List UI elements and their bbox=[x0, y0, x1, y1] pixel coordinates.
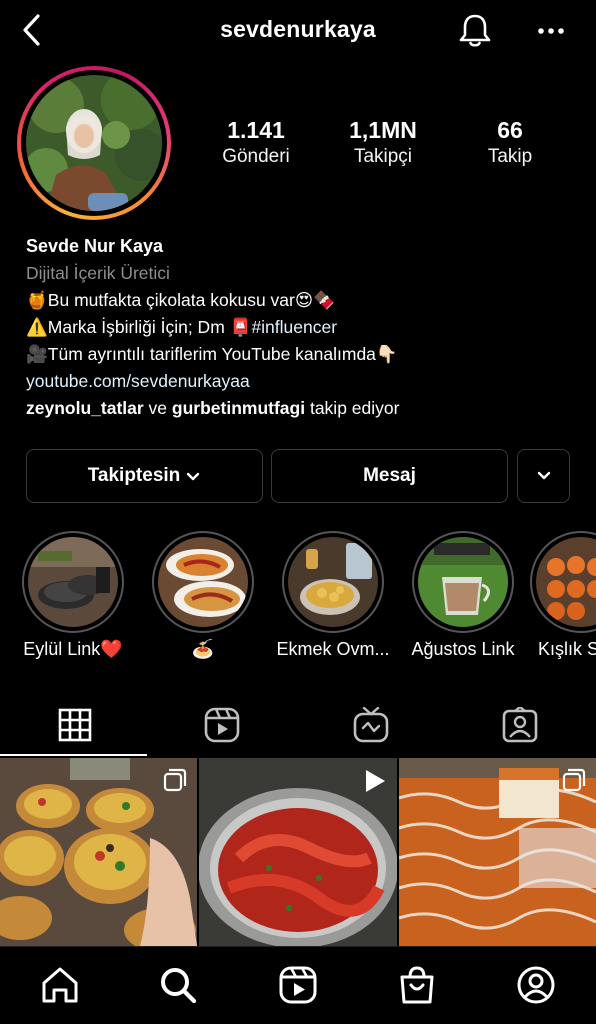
post-thumbnail[interactable] bbox=[199, 758, 397, 946]
highlight-cover-preserves bbox=[536, 537, 596, 627]
bio-line-1: 🍯Bu mutfakta çikolata kokusu var😍🍫 bbox=[26, 290, 335, 310]
reels-icon[interactable] bbox=[278, 965, 318, 1005]
warning-icon: ⚠️ bbox=[26, 317, 48, 337]
highlight-cover-bread bbox=[288, 537, 378, 627]
followed-by[interactable]: zeynolu_tatlar ve gurbetinmutfagi takip … bbox=[26, 395, 586, 422]
honey-icon: 🍯 bbox=[26, 290, 48, 310]
highlight-label: Kışlık S bbox=[538, 639, 596, 659]
highlight-label: Eylül Link❤️ bbox=[23, 639, 123, 659]
followed-by-user-1[interactable]: zeynolu_tatlar bbox=[26, 398, 144, 418]
heart-eyes-chocolate-icon: 😍🍫 bbox=[294, 290, 335, 310]
top-bar: sevdenurkaya bbox=[0, 0, 596, 62]
posts-grid bbox=[0, 758, 596, 946]
search-icon[interactable] bbox=[158, 965, 198, 1005]
posts-label: Gönderi bbox=[222, 146, 290, 167]
posts-count[interactable]: 1.141 Gönderi bbox=[201, 116, 311, 170]
tab-posts-grid[interactable] bbox=[0, 694, 149, 756]
followed-by-user-2[interactable]: gurbetinmutfagi bbox=[172, 398, 305, 418]
bio-line-2: ⚠️Marka İşbirliği İçin; Dm 📮#influencer bbox=[26, 317, 338, 337]
tab-reels[interactable] bbox=[147, 694, 296, 756]
more-options-icon[interactable] bbox=[536, 18, 566, 44]
active-tab-indicator bbox=[0, 754, 147, 756]
highlight-label: Ağustos Link bbox=[411, 639, 515, 659]
posts-number: 1.141 bbox=[227, 117, 285, 143]
chevron-down-icon bbox=[187, 472, 200, 481]
bottom-navigation bbox=[0, 946, 596, 1024]
suggested-accounts-button[interactable] bbox=[517, 449, 570, 503]
bio-website-link[interactable]: youtube.com/sevdenurkayaa bbox=[26, 368, 586, 395]
highlight-cover-cookware bbox=[28, 537, 118, 627]
highlight-item[interactable]: Ekmek Ovm... bbox=[268, 531, 398, 660]
highlight-item[interactable]: Eylül Link❤️ bbox=[8, 531, 138, 660]
message-button-label: Mesaj bbox=[363, 465, 416, 486]
following-button[interactable]: Takiptesin bbox=[26, 449, 263, 503]
following-count[interactable]: 66 Takip bbox=[455, 116, 565, 170]
tagged-person-icon bbox=[502, 707, 537, 743]
avatar bbox=[26, 75, 162, 211]
following-button-label: Takiptesin bbox=[87, 465, 181, 486]
shop-bag-icon[interactable] bbox=[397, 965, 437, 1005]
point-down-icon: 👇🏻 bbox=[375, 344, 398, 364]
bio-line-3: 🎥Tüm ayrıntılı tariflerim YouTube kanalı… bbox=[26, 344, 398, 364]
message-button[interactable]: Mesaj bbox=[271, 449, 508, 503]
highlight-item[interactable]: 🍝 bbox=[138, 531, 268, 660]
highlight-cover-pasta bbox=[158, 537, 248, 627]
profile-tabs bbox=[0, 694, 596, 756]
chevron-down-icon bbox=[537, 471, 550, 480]
profile-avatar-story-ring[interactable] bbox=[17, 66, 171, 220]
profile-full-name: Sevde Nur Kaya bbox=[26, 236, 164, 256]
tab-tagged[interactable] bbox=[445, 694, 594, 756]
following-number: 66 bbox=[497, 117, 523, 143]
tab-igtv[interactable] bbox=[296, 694, 445, 756]
post-thumbnail[interactable] bbox=[0, 758, 197, 946]
video-camera-icon: 🎥 bbox=[26, 344, 48, 364]
highlight-label: 🍝 bbox=[191, 639, 215, 659]
highlight-cover-tea bbox=[418, 537, 508, 627]
highlight-item[interactable]: Ağustos Link bbox=[398, 531, 528, 660]
reel-play-icon bbox=[366, 770, 385, 792]
profile-username: sevdenurkaya bbox=[220, 16, 376, 42]
carousel-icon bbox=[562, 768, 586, 792]
home-icon[interactable] bbox=[40, 965, 80, 1005]
profile-bio: Sevde Nur Kaya Dijital İçerik Üretici 🍯B… bbox=[26, 233, 586, 422]
carousel-icon bbox=[163, 768, 187, 792]
grid-icon bbox=[58, 708, 91, 742]
post-thumbnail[interactable] bbox=[399, 758, 596, 946]
followers-label: Takipçi bbox=[353, 146, 413, 167]
notification-bell-icon[interactable] bbox=[456, 12, 494, 50]
profile-category: Dijital İçerik Üretici bbox=[26, 263, 170, 283]
mailbox-icon: 📮 bbox=[229, 317, 252, 337]
reels-icon bbox=[204, 707, 239, 743]
highlight-item[interactable]: Kışlık S bbox=[528, 531, 596, 660]
hashtag-link[interactable]: #influencer bbox=[251, 317, 337, 337]
profile-icon[interactable] bbox=[516, 965, 556, 1005]
highlight-label: Ekmek Ovm... bbox=[276, 639, 390, 659]
following-label: Takip bbox=[487, 146, 533, 167]
followers-count[interactable]: 1,1MN Takipçi bbox=[328, 116, 438, 170]
followers-number: 1,1MN bbox=[349, 117, 417, 143]
igtv-icon bbox=[353, 707, 388, 743]
